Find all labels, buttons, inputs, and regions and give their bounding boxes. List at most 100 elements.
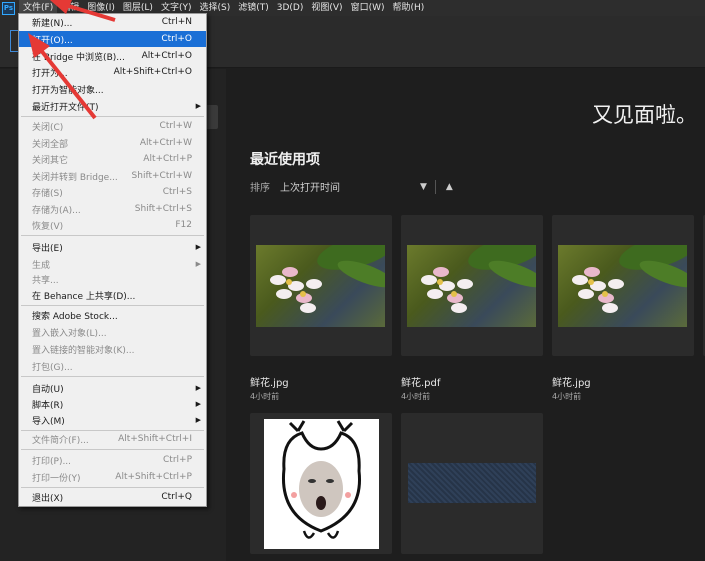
menu-item-close-all[interactable]: 关闭全部 Alt+Ctrl+W: [19, 135, 206, 151]
menu-item-label: 生成: [32, 260, 51, 271]
menu-item-generate[interactable]: 生成 ▶: [19, 256, 206, 272]
menu-help[interactable]: 帮助(H): [388, 0, 428, 16]
file-time: 4小时前: [552, 392, 582, 401]
menu-item-shortcut: Ctrl+P: [163, 455, 192, 465]
menu-item-label: 在 Behance 上共享(D)...: [32, 291, 136, 302]
menu-item-package[interactable]: 打包(G)...: [19, 358, 206, 374]
submenu-arrow-icon: ▶: [195, 243, 201, 251]
menu-item-label: 导入(M): [32, 416, 65, 427]
recent-file-card[interactable]: [250, 215, 392, 356]
submenu-arrow-icon: ▶: [195, 384, 201, 392]
sort-divider: [434, 179, 436, 194]
menu-item-share[interactable]: 共享...: [19, 271, 206, 287]
menu-item-shortcut: Alt+Shift+Ctrl+O: [113, 67, 192, 77]
recent-file-card[interactable]: [250, 413, 392, 554]
menu-item-shortcut: Ctrl+N: [161, 17, 192, 27]
menu-view[interactable]: 视图(V): [307, 0, 346, 16]
submenu-arrow-icon: ▶: [195, 260, 201, 268]
menu-item-save[interactable]: 存储(S) Ctrl+S: [19, 184, 206, 200]
menu-item-label: 关闭(C): [32, 122, 64, 133]
menu-item-automate[interactable]: 自动(U) ▶: [19, 380, 206, 396]
menu-item-label: 关闭全部: [32, 139, 69, 150]
menu-item-label: 导出(E): [32, 243, 63, 254]
menu-item-browse-bridge[interactable]: 在 Bridge 中浏览(B)... Alt+Ctrl+O: [19, 48, 206, 64]
menu-item-shortcut: Alt+Ctrl+O: [141, 51, 192, 61]
file-name: 鲜花.pdf: [401, 378, 441, 389]
menu-separator: [21, 449, 204, 450]
menu-item-label: 共享...: [32, 275, 59, 286]
menu-item-close-others[interactable]: 关闭其它 Alt+Ctrl+P: [19, 151, 206, 167]
menu-separator: [21, 116, 204, 117]
menu-item-print-one-copy[interactable]: 打印一份(Y) Alt+Shift+Ctrl+P: [19, 469, 206, 485]
menu-item-shortcut: Ctrl+S: [162, 187, 192, 197]
menu-item-shortcut: Ctrl+W: [159, 121, 192, 131]
menu-item-label: 置入嵌入对象(L)...: [32, 328, 107, 339]
menu-item-label: 搜索 Adobe Stock...: [32, 311, 118, 322]
menu-filter[interactable]: 滤镜(T): [234, 0, 273, 16]
submenu-arrow-icon: ▶: [195, 400, 201, 408]
menu-item-shortcut: Alt+Shift+Ctrl+I: [118, 434, 192, 444]
menu-item-label: 存储(S): [32, 188, 63, 199]
menu-window[interactable]: 窗口(W): [347, 0, 389, 16]
menu-item-import[interactable]: 导入(M) ▶: [19, 412, 206, 428]
menu-separator: [21, 487, 204, 488]
menu-item-label: 存储为(A)...: [32, 205, 81, 216]
file-time: 4小时前: [250, 392, 280, 401]
sort-row: 排序 上次打开时间 ▼ ▲: [250, 179, 453, 194]
recent-file-card[interactable]: [401, 413, 543, 554]
menu-item-label: 打开为...: [32, 68, 68, 79]
menu-item-label: 退出(X): [32, 493, 64, 504]
menu-item-recent-files[interactable]: 最近打开文件(T) ▶: [19, 98, 206, 114]
menu-item-label: 打开(O)...: [32, 35, 73, 46]
sort-select[interactable]: 上次打开时间: [280, 179, 420, 194]
menu-item-shortcut: Shift+Ctrl+W: [131, 171, 192, 181]
menu-item-shortcut: Alt+Ctrl+W: [139, 138, 192, 148]
file-thumbnail: [408, 463, 536, 503]
file-time: 4小时前: [401, 392, 431, 401]
menu-item-place-embedded[interactable]: 置入嵌入对象(L)...: [19, 324, 206, 340]
sort-direction-arrow-icon[interactable]: ▲: [446, 182, 453, 192]
menu-item-shortcut: Alt+Shift+Ctrl+P: [115, 472, 192, 482]
menu-item-print[interactable]: 打印(P)... Ctrl+P: [19, 452, 206, 468]
menu-item-file-info[interactable]: 文件简介(F)... Alt+Shift+Ctrl+I: [19, 431, 206, 447]
submenu-arrow-icon: ▶: [195, 416, 201, 424]
submenu-arrow-icon: ▶: [195, 102, 201, 110]
menu-item-label: 脚本(R): [32, 400, 64, 411]
menu-item-export[interactable]: 导出(E) ▶: [19, 239, 206, 255]
menu-item-share-behance[interactable]: 在 Behance 上共享(D)...: [19, 287, 206, 303]
menu-item-label: 置入链接的智能对象(K)...: [32, 345, 135, 356]
chevron-down-icon[interactable]: ▼: [420, 182, 427, 192]
menu-item-place-linked[interactable]: 置入链接的智能对象(K)...: [19, 341, 206, 357]
menu-item-label: 关闭并转到 Bridge...: [32, 172, 118, 183]
home-main-area: 又见面啦。 最近使用项 排序 上次打开时间 ▼ ▲ 鲜花.jpg 4小时前 鲜花…: [226, 69, 705, 561]
menu-item-scripts[interactable]: 脚本(R) ▶: [19, 396, 206, 412]
menu-item-label: 在 Bridge 中浏览(B)...: [32, 52, 125, 63]
menu-item-search-adobe-stock[interactable]: 搜索 Adobe Stock...: [19, 307, 206, 323]
file-thumbnail: [558, 245, 687, 327]
file-menu-dropdown: 新建(N)... Ctrl+N 打开(O)... Ctrl+O 在 Bridge 中…: [18, 13, 207, 507]
menu-separator: [21, 376, 204, 377]
menu-item-save-as[interactable]: 存储为(A)... Shift+Ctrl+S: [19, 201, 206, 217]
menu-item-close[interactable]: 关闭(C) Ctrl+W: [19, 118, 206, 134]
menu-item-open[interactable]: 打开(O)... Ctrl+O: [19, 31, 206, 47]
menu-item-label: 打开为智能对象...: [32, 85, 104, 96]
menu-item-revert[interactable]: 恢复(V) F12: [19, 217, 206, 233]
menu-item-shortcut: F12: [175, 220, 192, 230]
menu-item-open-as[interactable]: 打开为... Alt+Shift+Ctrl+O: [19, 64, 206, 80]
menu-item-label: 恢复(V): [32, 221, 64, 232]
menu-item-close-go-bridge[interactable]: 关闭并转到 Bridge... Shift+Ctrl+W: [19, 168, 206, 184]
menu-item-shortcut: Ctrl+O: [161, 34, 192, 44]
file-name: 鲜花.jpg: [250, 378, 289, 389]
recent-file-card[interactable]: [401, 215, 543, 356]
welcome-heading: 又见面啦。: [592, 103, 697, 127]
menu-item-open-as-smart-object[interactable]: 打开为智能对象...: [19, 81, 206, 97]
menu-item-shortcut: Shift+Ctrl+S: [134, 204, 192, 214]
recent-files-title: 最近使用项: [250, 152, 320, 168]
recent-file-card[interactable]: [552, 215, 694, 356]
menu-item-label: 文件简介(F)...: [32, 435, 89, 446]
file-thumbnail: [264, 419, 379, 549]
menu-item-label: 最近打开文件(T): [32, 102, 99, 113]
menu-3d[interactable]: 3D(D): [273, 0, 308, 16]
menu-item-exit[interactable]: 退出(X) Ctrl+Q: [19, 489, 206, 505]
menu-item-new[interactable]: 新建(N)... Ctrl+N: [19, 14, 206, 30]
